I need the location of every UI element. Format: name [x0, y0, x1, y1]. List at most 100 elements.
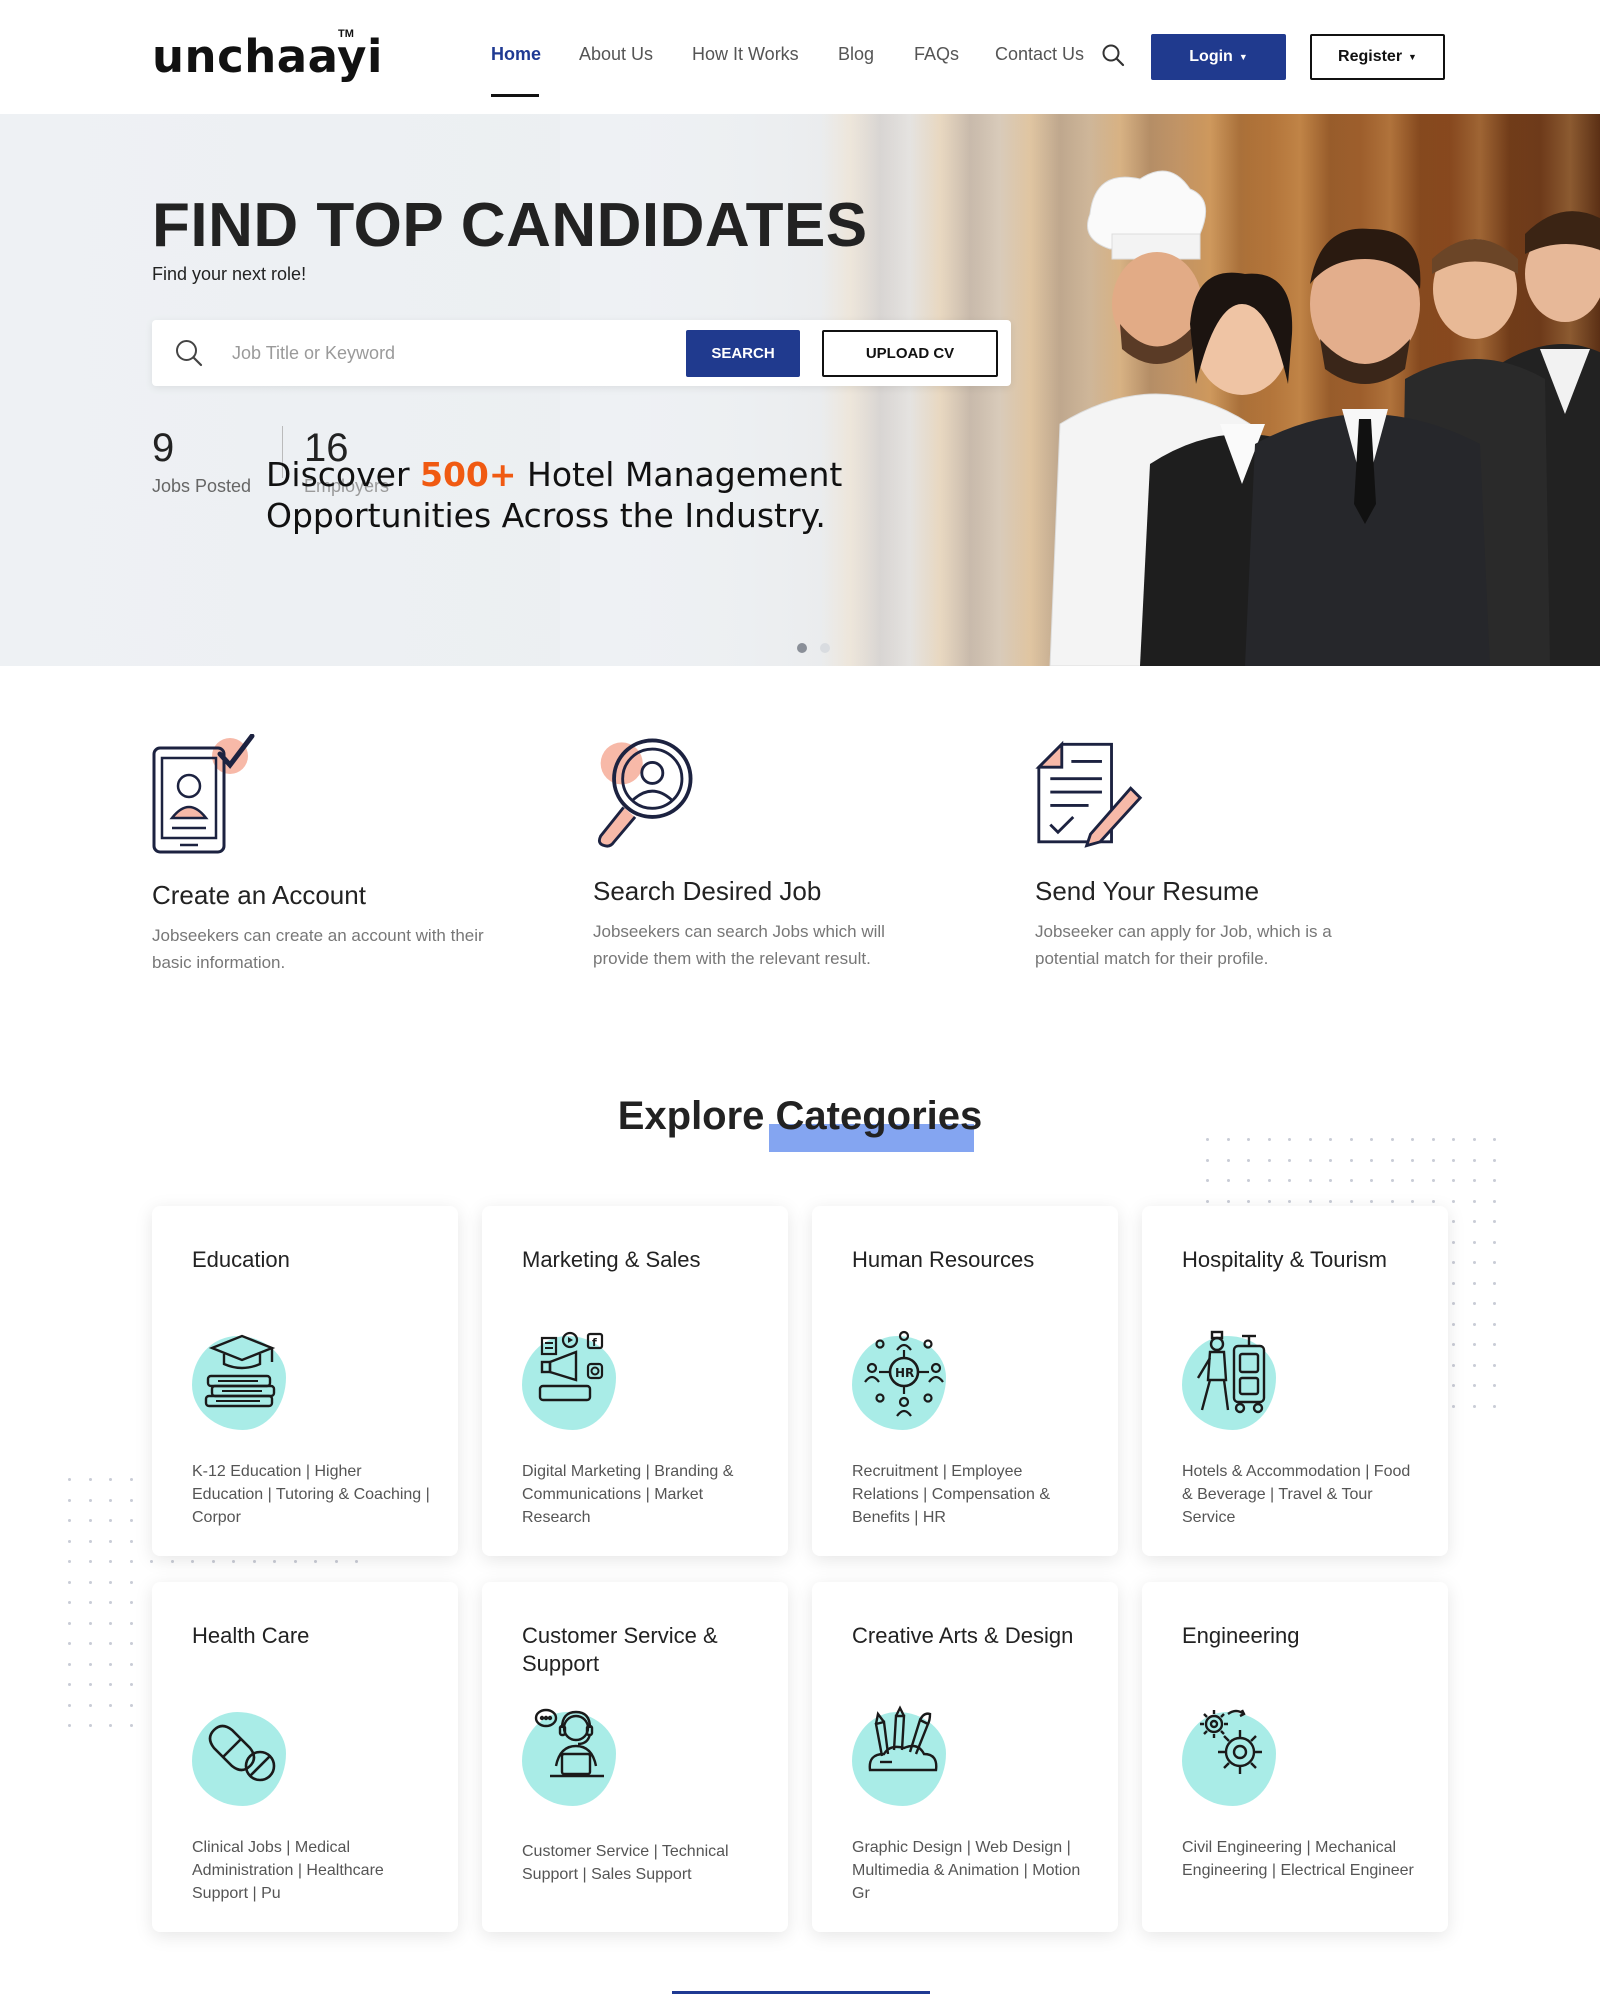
decorative-dot — [293, 1560, 297, 1563]
register-label: Register — [1338, 48, 1403, 65]
decorative-dot — [1308, 1199, 1312, 1203]
decorative-dot — [150, 1560, 153, 1563]
hero-banner: FIND TOP CANDIDATES Find your next role!… — [0, 114, 1600, 666]
register-button[interactable]: Register ▼ — [1310, 34, 1445, 80]
decorative-dot — [1411, 1158, 1414, 1162]
decorative-dot — [109, 1478, 112, 1481]
category-icon-wrap: HR — [852, 1328, 952, 1430]
decorative-dot — [273, 1560, 276, 1563]
decorative-dot — [1493, 1240, 1496, 1244]
nav-how-it-works[interactable]: How It Works — [692, 44, 799, 65]
nav-blog[interactable]: Blog — [838, 44, 874, 65]
decorative-dot — [68, 1724, 71, 1727]
heading-word-1: Explore — [617, 1094, 765, 1138]
search-icon — [176, 340, 203, 367]
art-supplies-icon — [868, 1705, 938, 1772]
decorative-dot — [129, 1519, 133, 1522]
decorative-dot — [109, 1519, 112, 1522]
decorative-dot — [1247, 1158, 1250, 1162]
tagline-highlight: 500+ — [420, 455, 517, 494]
category-card-customer-service[interactable]: Customer Service & Support Customer Serv… — [482, 1582, 788, 1932]
nav-home[interactable]: Home — [491, 44, 541, 65]
decorative-dot — [1472, 1179, 1476, 1182]
category-card-health-care[interactable]: Health Care Clinical Jobs | Medical Admi… — [152, 1582, 458, 1932]
decorative-dot — [1267, 1179, 1271, 1182]
decorative-dot — [109, 1683, 112, 1686]
decorative-dot — [1288, 1179, 1291, 1182]
decorative-dot — [1452, 1158, 1455, 1162]
category-card-education[interactable]: Education K-12 Education | Higher Educat… — [152, 1206, 458, 1556]
hr-network-icon: HR — [864, 1330, 944, 1417]
decorative-dot — [1493, 1199, 1496, 1203]
decorative-dot — [1329, 1158, 1332, 1162]
decorative-dot — [88, 1662, 92, 1666]
hero-title: FIND TOP CANDIDATES — [152, 191, 868, 260]
nav-about-us[interactable]: About Us — [579, 44, 653, 65]
decorative-dot — [1452, 1384, 1455, 1387]
category-description: Clinical Jobs | Medical Administration |… — [192, 1839, 384, 1902]
decorative-dot — [1472, 1261, 1476, 1264]
decorative-dot — [68, 1601, 71, 1604]
decorative-dot — [129, 1642, 133, 1645]
decorative-dot — [109, 1703, 112, 1707]
categories-heading: Explore Categories — [0, 1094, 1600, 1139]
decorative-dot — [1493, 1404, 1496, 1408]
step-title: Create an Account — [152, 880, 366, 910]
decorative-dot — [1411, 1199, 1414, 1203]
nav-contact-us[interactable]: Contact Us — [995, 44, 1084, 65]
decorative-dot — [1472, 1281, 1476, 1285]
decorative-dot — [68, 1560, 71, 1563]
tagline-text-end: Hotel Management — [516, 455, 843, 494]
carousel-dot-1[interactable] — [797, 643, 807, 653]
decorative-dot — [68, 1621, 71, 1625]
step-send-resume: Send Your Resume Jobseeker can apply for… — [1035, 734, 1405, 974]
decorative-dot — [129, 1498, 133, 1502]
decorative-dot — [68, 1642, 71, 1645]
decorative-dot — [88, 1642, 92, 1645]
login-button[interactable]: Login ▼ — [1151, 34, 1286, 80]
category-card-creative-arts[interactable]: Creative Arts & Design Graphic Design | … — [812, 1582, 1118, 1932]
category-title: Creative Arts & Design — [852, 1623, 1074, 1648]
category-icon-wrap — [192, 1328, 292, 1430]
gears-icon — [1200, 1709, 1262, 1774]
decorative-dot — [1329, 1199, 1332, 1203]
decorative-dot — [129, 1560, 133, 1563]
category-title: Engineering — [1182, 1623, 1300, 1648]
category-card-hospitality-tourism[interactable]: Hospitality & Tourism Hotels & Accommoda… — [1142, 1206, 1448, 1556]
category-icon-wrap — [852, 1704, 952, 1806]
decorative-dot — [355, 1560, 358, 1563]
decorative-dot — [1493, 1343, 1496, 1346]
upload-cv-button[interactable]: UPLOAD CV — [822, 330, 998, 377]
jobs-posted-label: Jobs Posted — [152, 476, 252, 496]
decorative-dot — [1247, 1199, 1250, 1203]
decorative-dot — [1452, 1343, 1455, 1346]
category-card-marketing-sales[interactable]: Marketing & Sales f Digital Marketing | … — [482, 1206, 788, 1556]
trademark-mark: TM — [338, 28, 354, 40]
job-search-bar: SEARCH UPLOAD CV — [152, 320, 1011, 386]
search-icon[interactable] — [1101, 43, 1125, 67]
step-create-account: Create an Account Jobseekers can create … — [152, 734, 522, 974]
search-button[interactable]: SEARCH — [686, 330, 800, 377]
pill-capsule-icon — [208, 1724, 276, 1782]
caret-down-icon: ▼ — [1238, 52, 1248, 62]
decorative-dot — [1390, 1199, 1394, 1203]
decorative-dot — [1493, 1281, 1496, 1285]
category-description: Digital Marketing | Branding & Communica… — [522, 1463, 734, 1526]
decorative-dot — [334, 1560, 338, 1563]
decorative-dot — [129, 1580, 133, 1584]
decorative-dot — [1226, 1179, 1230, 1182]
resume-pen-icon — [1035, 740, 1143, 848]
tagline-line-2: Opportunities Across the Industry. — [266, 496, 826, 535]
decorative-dot — [1267, 1158, 1271, 1162]
decorative-dot — [88, 1683, 92, 1686]
decorative-dot — [170, 1560, 174, 1563]
category-description: Graphic Design | Web Design | Multimedia… — [852, 1839, 1081, 1902]
category-description: Hotels & Accommodation | Food & Beverage… — [1182, 1463, 1411, 1526]
category-card-engineering[interactable]: Engineering Civil Engineering | Mechanic… — [1142, 1582, 1448, 1932]
carousel-dot-2[interactable] — [820, 643, 830, 653]
decorative-dot — [1206, 1179, 1209, 1182]
decorative-dot — [129, 1478, 133, 1481]
decorative-dot — [1226, 1199, 1230, 1203]
category-card-human-resources[interactable]: Human Resources HR Recruitment | Employe… — [812, 1206, 1118, 1556]
nav-faqs[interactable]: FAQs — [914, 44, 959, 65]
